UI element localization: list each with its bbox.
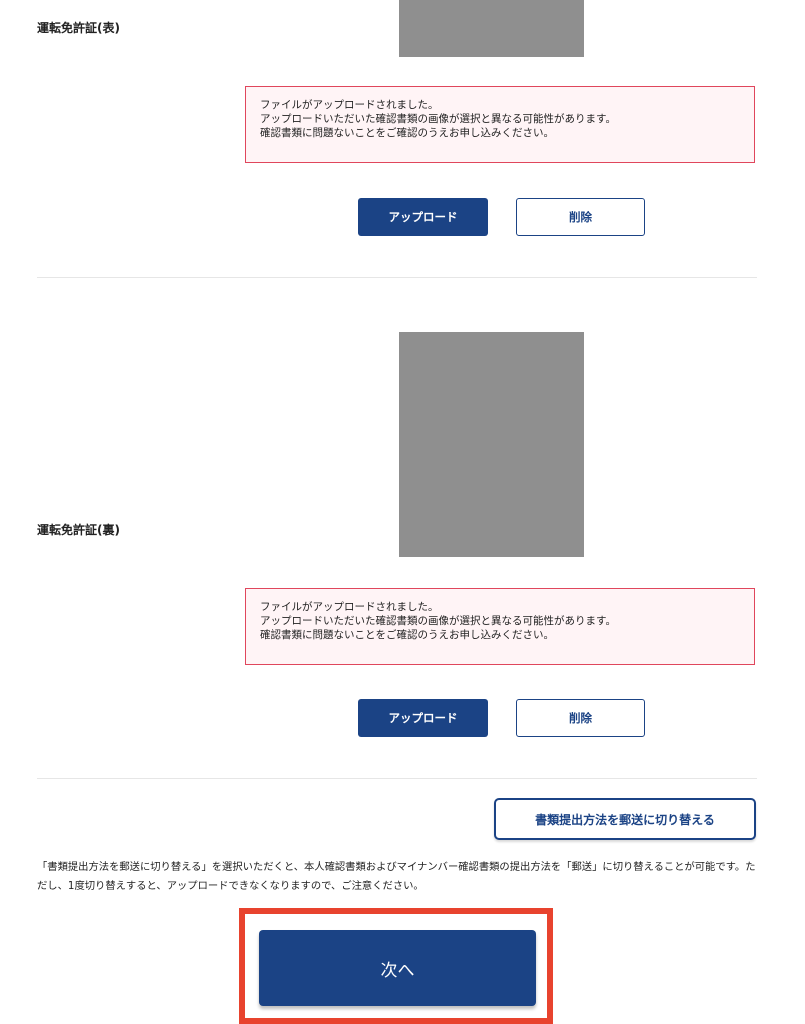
switch-description: 「書類提出方法を郵送に切り替える」を選択いただくと、本人確認書類およびマイナンバ… [37,861,756,892]
front-upload-button[interactable]: アップロード [358,198,488,236]
notice-line: ファイルがアップロードされました。 [260,601,439,613]
notice-line: 確認書類に問題ないことをご確認のうえお申し込みください。 [260,629,554,641]
notice-line: アップロードいただいた確認書類の画像が選択と異なる可能性があります。 [260,113,616,125]
back-upload-notice: ファイルがアップロードされました。 アップロードいただいた確認書類の画像が選択と… [245,588,755,665]
front-delete-button[interactable]: 削除 [516,198,645,236]
section-divider [37,277,757,278]
back-section-label: 運転免許証(裏) [37,523,120,537]
back-delete-button[interactable]: 削除 [516,699,645,737]
switch-to-mail-button[interactable]: 書類提出方法を郵送に切り替える [494,798,756,840]
back-image-preview [399,332,584,557]
section-divider [37,778,757,779]
notice-line: 確認書類に問題ないことをご確認のうえお申し込みください。 [260,127,554,139]
notice-line: アップロードいただいた確認書類の画像が選択と異なる可能性があります。 [260,615,616,627]
front-upload-notice: ファイルがアップロードされました。 アップロードいただいた確認書類の画像が選択と… [245,86,755,163]
front-section-label: 運転免許証(表) [37,21,120,35]
front-image-preview [399,0,584,57]
back-upload-button[interactable]: アップロード [358,699,488,737]
next-button[interactable]: 次へ [259,930,536,1006]
notice-line: ファイルがアップロードされました。 [260,99,439,111]
